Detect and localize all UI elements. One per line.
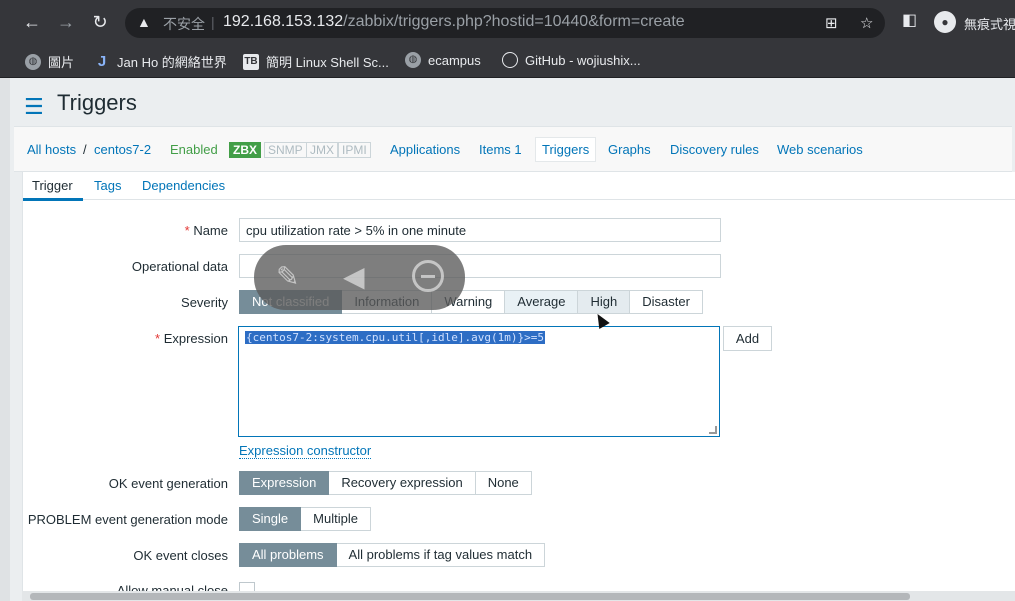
bookmark-tb-icon: TB	[243, 53, 259, 70]
breadcrumb-separator: /	[83, 142, 87, 157]
reload-icon[interactable]: ↻	[88, 10, 112, 34]
tab-trigger[interactable]: Trigger	[32, 178, 73, 193]
bookmarks-bar: ◍ 圖片 J Jan Ho 的網絡世界 TB 簡明 Linux Shell Sc…	[0, 44, 1015, 78]
forward-arrow-icon[interactable]: →	[54, 10, 78, 34]
severity-average[interactable]: Average	[505, 290, 579, 314]
name-label-text: Name	[193, 223, 228, 238]
globe-icon: ◍	[25, 53, 41, 70]
problem-mode-selector: Single Multiple	[239, 507, 371, 531]
active-tab-indicator	[23, 198, 83, 201]
triggers-link[interactable]: Triggers	[535, 137, 597, 162]
jmx-badge: JMX	[306, 142, 338, 158]
ok-gen-recovery-expression[interactable]: Recovery expression	[329, 471, 476, 495]
severity-label: Severity	[181, 295, 228, 310]
bookmark-label: Jan Ho 的網絡世界	[117, 55, 227, 70]
bookmark-item[interactable]: GitHub - wojiushix...	[502, 52, 641, 68]
bookmark-item[interactable]: J Jan Ho 的網絡世界	[94, 52, 227, 71]
incognito-icon[interactable]: ●	[934, 11, 956, 33]
bookmark-item[interactable]: ◍ ecampus	[405, 52, 481, 68]
host-navigation: All hosts / centos7-2 Enabled ZBX SNMP J…	[14, 126, 1012, 172]
star-icon[interactable]: ☆	[860, 14, 873, 32]
severity-high[interactable]: High	[578, 290, 631, 314]
all-hosts-link[interactable]: All hosts	[27, 142, 76, 157]
mic-muted-icon[interactable]: ✎	[276, 259, 299, 295]
left-edge-strip	[0, 78, 10, 601]
tab-tags[interactable]: Tags	[94, 178, 121, 193]
bookmark-j-icon: J	[97, 52, 107, 70]
ok-event-generation-selector: Expression Recovery expression None	[239, 471, 532, 495]
ipmi-badge: IPMI	[338, 142, 371, 158]
applications-link[interactable]: Applications	[390, 142, 460, 157]
required-mark: *	[184, 223, 190, 238]
ok-closes-all-problems[interactable]: All problems	[239, 543, 337, 567]
expression-textarea[interactable]: {centos7-2:system.cpu.util[,idle].avg(1m…	[238, 326, 720, 437]
severity-disaster[interactable]: Disaster	[630, 290, 703, 314]
expression-text: {centos7-2:system.cpu.util[,idle].avg(1m…	[245, 331, 546, 344]
ok-gen-none[interactable]: None	[475, 471, 532, 495]
bookmark-label: 簡明 Linux Shell Sc...	[266, 55, 389, 70]
url-host: 192.168.153.132	[223, 13, 344, 30]
name-label: * Name	[185, 223, 228, 238]
speaker-muted-icon[interactable]: ◀	[343, 259, 365, 295]
address-separator: |	[211, 14, 215, 30]
expression-constructor-link[interactable]: Expression constructor	[239, 443, 372, 459]
recorder-overlay: ✎ ◀	[254, 245, 465, 310]
host-status[interactable]: Enabled	[170, 142, 218, 157]
minus-circle-icon[interactable]	[412, 260, 444, 292]
browser-toolbar: ← → ↻ ▲ 不安全 | 192.168.153.132/zabbix/tri…	[0, 0, 1015, 44]
name-input[interactable]	[239, 218, 721, 242]
resize-handle[interactable]	[709, 426, 717, 434]
discovery-rules-link[interactable]: Discovery rules	[670, 142, 759, 157]
items-link[interactable]: Items 1	[479, 142, 522, 157]
github-icon	[502, 52, 518, 68]
bookmark-label: 圖片	[48, 55, 75, 70]
scrollbar-thumb[interactable]	[30, 593, 910, 600]
bookmark-label: ecampus	[428, 52, 481, 68]
back-arrow-icon[interactable]: ←	[20, 10, 44, 34]
graphs-link[interactable]: Graphs	[608, 142, 651, 157]
menu-icon[interactable]: ☰	[24, 94, 44, 120]
url-path: /zabbix/triggers.php?hostid=10440&form=c…	[343, 13, 685, 30]
address-bar[interactable]: ▲ 不安全 | 192.168.153.132/zabbix/triggers.…	[125, 8, 885, 38]
problem-mode-label: PROBLEM event generation mode	[27, 512, 228, 527]
add-button[interactable]: Add	[723, 326, 772, 351]
required-mark: *	[155, 331, 161, 346]
translate-icon[interactable]: ⊞	[825, 14, 838, 32]
problem-mode-single[interactable]: Single	[239, 507, 302, 531]
warning-icon: ▲	[137, 14, 151, 30]
expression-label-text: Expression	[163, 331, 228, 346]
ok-event-generation-label: OK event generation	[108, 476, 228, 491]
ok-gen-expression[interactable]: Expression	[239, 471, 330, 495]
globe-icon: ◍	[405, 52, 421, 68]
problem-mode-multiple[interactable]: Multiple	[301, 507, 371, 531]
zbx-badge: ZBX	[229, 142, 261, 158]
bookmark-item[interactable]: ◍ 圖片	[25, 52, 74, 71]
insecure-label: 不安全	[163, 16, 205, 32]
url-text: 192.168.153.132/zabbix/triggers.php?host…	[223, 13, 685, 31]
profile-name: 無痕式視	[964, 17, 1015, 32]
zabbix-page: ☰ Triggers All hosts / centos7-2 Enabled…	[0, 78, 1015, 601]
horizontal-scrollbar[interactable]	[22, 591, 1015, 601]
tab-dependencies[interactable]: Dependencies	[142, 178, 225, 193]
bookmark-item[interactable]: TB 簡明 Linux Shell Sc...	[243, 52, 389, 71]
web-scenarios-link[interactable]: Web scenarios	[777, 142, 863, 157]
page-title: Triggers	[57, 90, 137, 115]
snmp-badge: SNMP	[264, 142, 307, 158]
expression-label: * Expression	[155, 331, 228, 346]
bookmark-label: GitHub - wojiushix...	[525, 52, 641, 68]
host-link[interactable]: centos7-2	[94, 142, 151, 157]
ok-event-closes-selector: All problems All problems if tag values …	[239, 543, 546, 567]
ok-closes-tag-match[interactable]: All problems if tag values match	[336, 543, 546, 567]
form-tabs: Trigger Tags Dependencies	[23, 172, 1015, 201]
opdata-label: Operational data	[131, 259, 228, 274]
ok-event-closes-label: OK event closes	[133, 548, 228, 563]
tab-search-icon[interactable]: ◧	[902, 10, 917, 30]
